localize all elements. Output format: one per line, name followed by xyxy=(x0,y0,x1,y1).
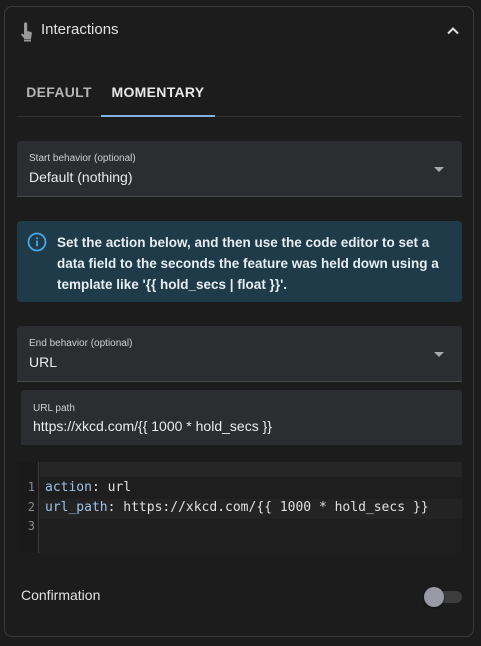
info-alert: Set the action below, and then use the c… xyxy=(17,221,462,302)
card-header[interactable]: Interactions xyxy=(5,7,473,55)
card-title: Interactions xyxy=(41,21,119,38)
active-tab-indicator xyxy=(101,115,215,117)
touch-icon xyxy=(21,22,32,42)
code-separator: : xyxy=(91,480,108,495)
dropdown-arrow-icon xyxy=(434,167,444,172)
info-text: Set the action below, and then use the c… xyxy=(57,235,439,292)
chevron-up-icon[interactable] xyxy=(445,23,461,39)
code-editor-topbar xyxy=(40,462,462,477)
line-number-gutter: 1 2 3 xyxy=(17,462,39,553)
start-behavior-label: Start behavior (optional) xyxy=(29,153,136,164)
start-behavior-value: Default (nothing) xyxy=(29,169,133,185)
code-line[interactable]: url_path: https://xkcd.com/{{ 1000 * hol… xyxy=(45,500,429,515)
confirmation-label: Confirmation xyxy=(21,587,101,603)
url-path-label: URL path xyxy=(33,403,75,414)
end-behavior-label: End behavior (optional) xyxy=(29,338,133,349)
url-path-field[interactable]: URL path https://xkcd.com/{{ 1000 * hold… xyxy=(21,390,462,445)
code-line[interactable]: action: url xyxy=(45,480,131,495)
line-number: 1 xyxy=(27,480,35,494)
toggle-thumb xyxy=(424,587,444,607)
dropdown-arrow-icon xyxy=(434,352,444,357)
code-editor[interactable]: 1 2 3 action: url url_path: https://xkcd… xyxy=(17,462,462,553)
confirmation-toggle[interactable] xyxy=(424,587,462,607)
code-value: url xyxy=(107,480,132,495)
tab-bar: DEFAULT MOMENTARY xyxy=(17,73,462,117)
code-value: https://xkcd.com/{{ 1000 * hold_secs }} xyxy=(123,500,429,515)
url-path-value: https://xkcd.com/{{ 1000 * hold_secs }} xyxy=(33,418,272,434)
tab-default[interactable]: DEFAULT xyxy=(17,73,101,117)
code-separator: : xyxy=(107,500,124,515)
interactions-card: Interactions DEFAULT MOMENTARY Start beh… xyxy=(4,6,474,637)
info-icon xyxy=(27,232,47,252)
tab-momentary[interactable]: MOMENTARY xyxy=(101,73,215,117)
code-key: action xyxy=(45,480,92,495)
end-behavior-select[interactable]: End behavior (optional) URL xyxy=(17,326,462,382)
start-behavior-select[interactable]: Start behavior (optional) Default (nothi… xyxy=(17,141,462,197)
line-number: 3 xyxy=(27,519,35,533)
line-number: 2 xyxy=(27,500,35,514)
code-key: url_path xyxy=(45,500,108,515)
end-behavior-value: URL xyxy=(29,354,58,370)
